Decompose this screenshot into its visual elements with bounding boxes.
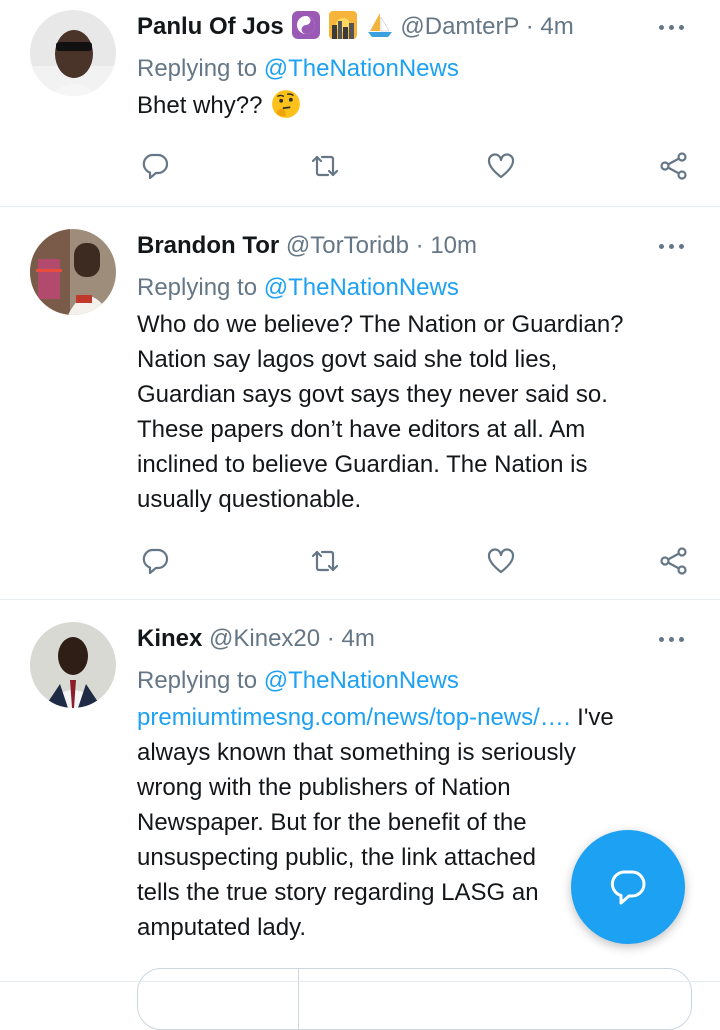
bottom-divider [0,981,720,982]
timestamp[interactable]: 10m [430,232,477,259]
avatar[interactable] [30,10,116,96]
card-divider [298,969,299,1029]
mention-link[interactable]: @TheNationNews [264,274,459,301]
replying-prefix: Replying to [137,55,264,82]
more-dots-icon[interactable] [658,229,690,263]
heart-icon[interactable] [483,541,519,581]
handle[interactable]: @TorToridb [286,232,409,259]
tweet-text: Who do we believe? The Nation or Guardia… [137,311,624,513]
tweet-1[interactable]: Panlu Of Jos @DamterP · 4m Replying to @… [0,0,720,207]
yin-yang-emoji [292,11,321,39]
tweet-body: I've always known that something is seri… [137,704,614,941]
more-dots-icon[interactable] [658,622,690,656]
mention-link[interactable]: @TheNationNews [264,667,459,694]
retweet-icon[interactable] [307,541,343,581]
display-name[interactable]: Panlu Of Jos [137,13,284,40]
retweet-icon[interactable] [307,146,343,186]
avatar[interactable] [30,622,116,708]
thinking-face-emoji [272,90,301,118]
heart-icon[interactable] [483,146,519,186]
compose-reply-button[interactable] [571,830,685,944]
reply-bubble-icon[interactable] [137,541,173,581]
replying-to: Replying to @TheNationNews [137,664,690,698]
display-name[interactable]: Brandon Tor [137,232,279,259]
link-preview-card[interactable] [137,968,692,1030]
mention-link[interactable]: @TheNationNews [264,55,459,82]
separator-dot: · [415,232,424,259]
tweet-body: Bhet why?? [137,92,263,119]
tweet-text: Bhet why?? [137,88,690,123]
display-name[interactable]: Kinex [137,625,202,652]
sailboat-emoji [367,13,392,37]
replying-prefix: Replying to [137,274,264,301]
handle[interactable]: @DamterP [400,13,519,40]
handle[interactable]: @Kinex20 [209,625,320,652]
timestamp[interactable]: 4m [540,13,573,40]
avatar[interactable] [30,229,116,315]
separator-dot: · [525,13,534,40]
article-link[interactable]: premiumtimesng.com/news/top-news/…. [137,704,570,731]
sunrise-city-emoji [329,11,358,39]
reply-bubble-icon[interactable] [137,146,173,186]
share-icon[interactable] [656,541,692,581]
separator-dot: · [326,625,335,652]
timestamp[interactable]: 4m [341,625,374,652]
replying-prefix: Replying to [137,667,264,694]
share-icon[interactable] [656,146,692,186]
compose-reply-icon [610,870,646,905]
replying-to: Replying to @TheNationNews [137,271,690,305]
more-dots-icon[interactable] [658,10,690,44]
replying-to: Replying to @TheNationNews [137,52,690,86]
tweet-2[interactable]: Brandon Tor @TorToridb · 10m Replying to… [0,207,720,600]
